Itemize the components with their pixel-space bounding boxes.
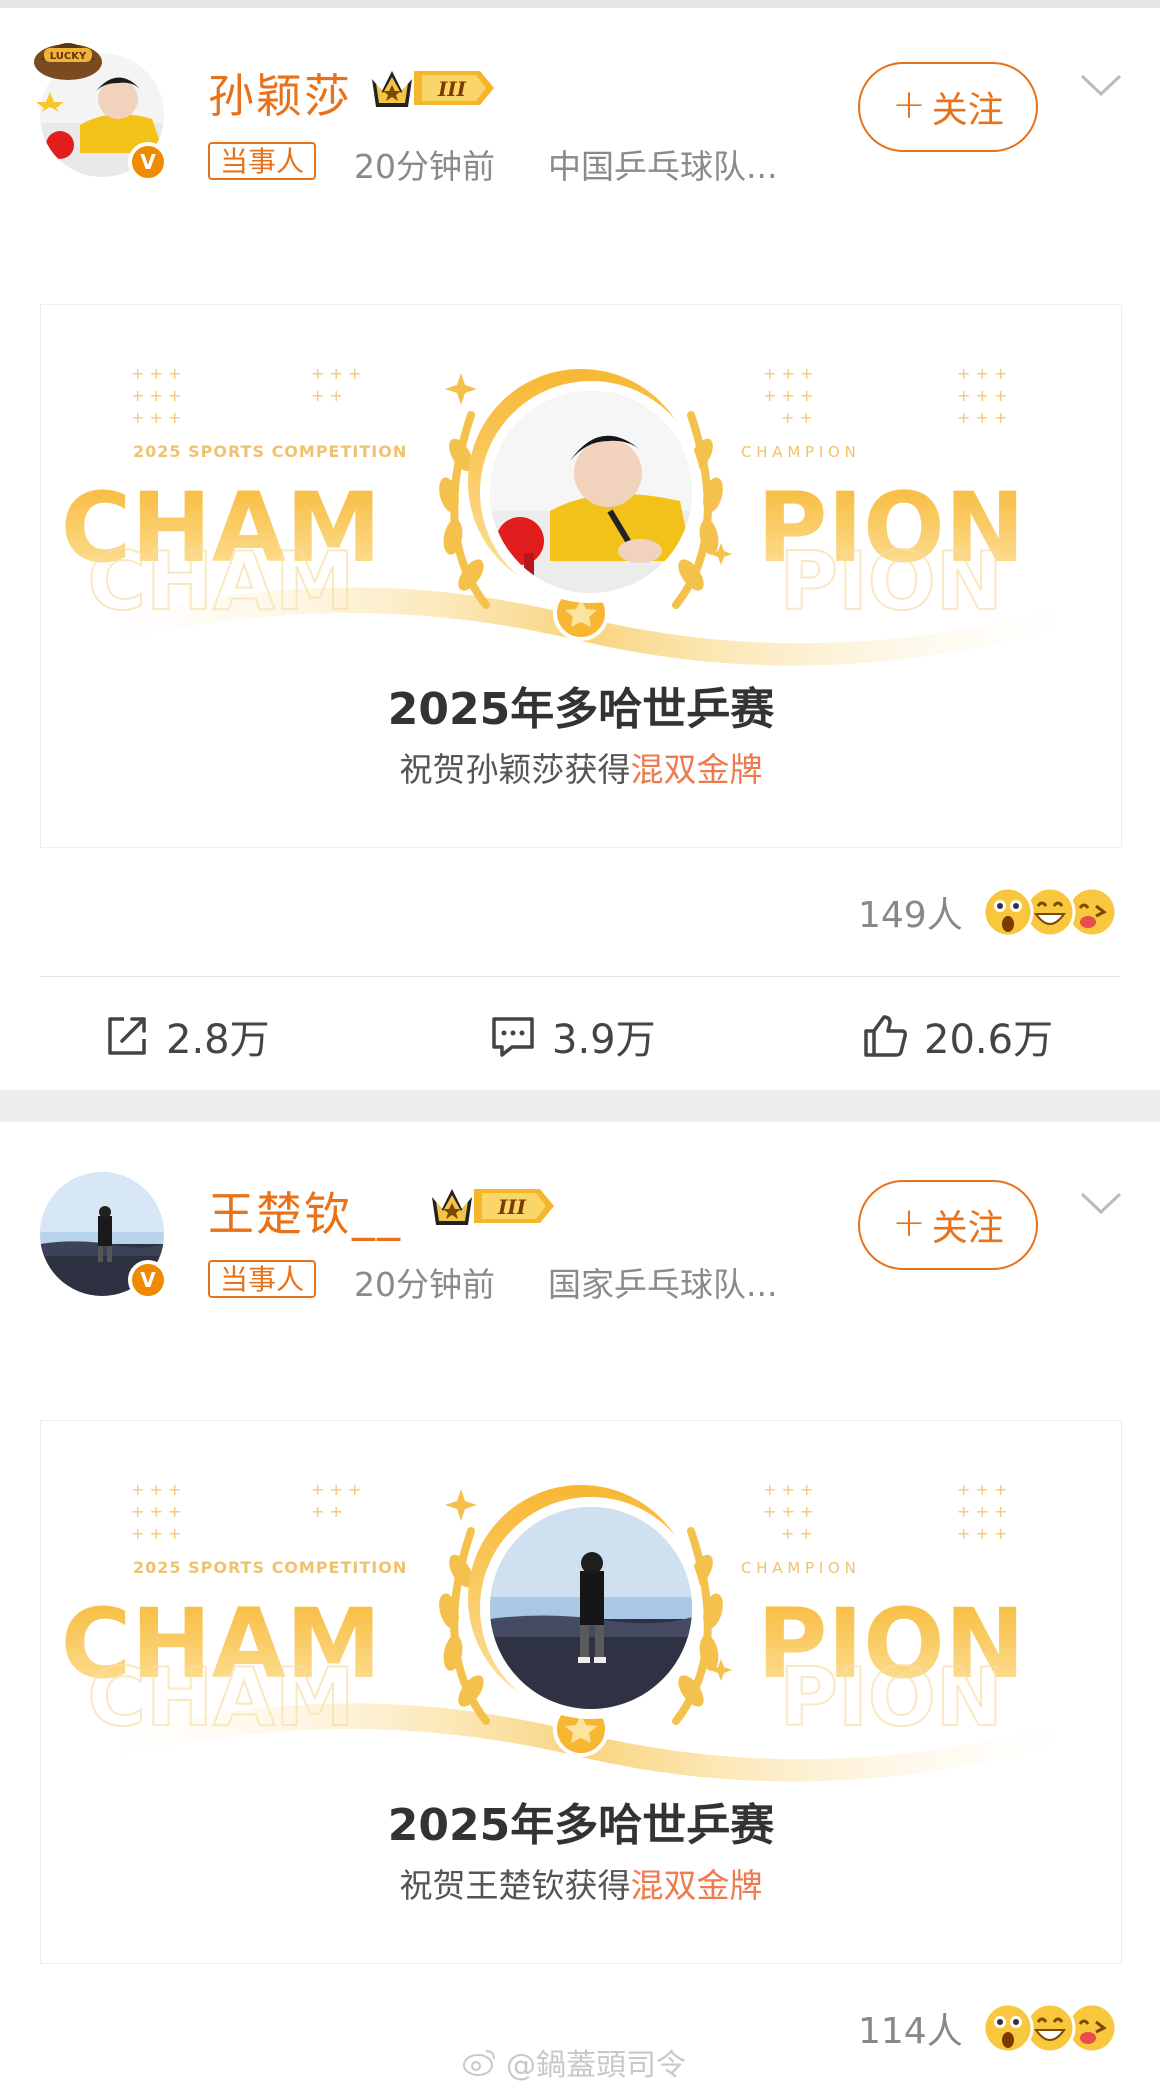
post-source[interactable]: 国家乒乓球队... <box>548 1258 777 1306</box>
card-subtitle-highlight: 混双金牌 <box>630 750 763 789</box>
divider <box>40 976 1120 977</box>
svg-text:2025 SPORTS COMPETITION: 2025 SPORTS COMPETITION <box>133 1558 407 1577</box>
reaction-count[interactable]: 149人 <box>858 886 963 938</box>
share-count: 2.8万 <box>166 1017 270 1063</box>
like-count: 20.6万 <box>924 1017 1054 1063</box>
svg-text:+ + +: + + + <box>763 386 813 405</box>
svg-text:+ +: + + <box>311 386 343 405</box>
svg-text:+ + +: + + + <box>131 1524 181 1543</box>
svg-text:+ + +: + + + <box>957 408 1007 427</box>
post-separator <box>0 1090 1160 1122</box>
svg-text:III: III <box>437 77 467 101</box>
reaction-emoji-icons[interactable] <box>980 2000 1120 2056</box>
player-photo <box>480 381 702 603</box>
svg-text:+ + +: + + + <box>763 364 813 383</box>
svg-text:LUCKY: LUCKY <box>50 51 87 62</box>
post-card: LUCKY V 孙颖莎 III 当事人 20分钟前 中国乒乓球队... + 关注 <box>0 8 1160 1090</box>
champion-card[interactable]: + + + + + + + + + + + + + + + + + + + + + + +… <box>40 304 1122 848</box>
svg-text:+ + +: + + + <box>131 1480 181 1499</box>
svg-text:PION: PION <box>779 1651 1002 1744</box>
top-separator <box>0 0 1160 8</box>
author-name[interactable]: 孙颖莎 <box>208 60 352 126</box>
svg-text:PION: PION <box>779 535 1002 628</box>
author-name[interactable]: 王楚钦__ <box>208 1178 402 1244</box>
card-subtitle-text: 祝贺孙颖莎获得 <box>399 750 631 789</box>
svg-text:2025 SPORTS COMPETITION: 2025 SPORTS COMPETITION <box>133 442 407 461</box>
plus-icon: + <box>892 82 926 128</box>
verified-badge-icon: V <box>128 142 168 182</box>
svg-text:+ + +: + + + <box>131 364 181 383</box>
lucky-hat-icon: LUCKY <box>34 43 102 112</box>
svg-text:+ + +: + + + <box>763 1502 813 1521</box>
svg-text:+ +: + + <box>781 1524 813 1543</box>
card-title: 2025年多哈世乒赛 <box>387 1800 775 1851</box>
svg-text:+ + +: + + + <box>763 1480 813 1499</box>
card-title: 2025年多哈世乒赛 <box>387 684 775 735</box>
tag-badge: 当事人 <box>208 142 317 180</box>
svg-text:III: III <box>497 1195 527 1219</box>
like-button[interactable]: 20.6万 <box>860 996 1053 1076</box>
svg-text:+ + +: + + + <box>131 408 181 427</box>
comment-button[interactable]: 3.9万 <box>488 996 656 1076</box>
watermark: @鍋蓋頭司令 <box>462 2040 686 2084</box>
card-subtitle: 祝贺孙颖莎获得混双金牌 <box>41 743 1121 791</box>
chevron-down-icon[interactable] <box>1076 1188 1126 1218</box>
comment-icon <box>492 1017 534 1057</box>
player-photo <box>480 1497 702 1719</box>
post-card: V 王楚钦__ III 当事人 20分钟前 国家乒乓球队... + 关注 + +… <box>0 1122 1160 2091</box>
svg-text:+ +: + + <box>311 1502 343 1521</box>
post-source[interactable]: 中国乒乓球队... <box>548 140 777 188</box>
follow-button[interactable]: + 关注 <box>858 1180 1038 1270</box>
tag-badge: 当事人 <box>208 1260 317 1298</box>
follow-label: 关注 <box>931 1208 1004 1249</box>
svg-text:C H A M P I O N: C H A M P I O N <box>741 1559 856 1577</box>
svg-text:+ + +: + + + <box>957 1524 1007 1543</box>
crown-level-icon: III <box>372 71 494 107</box>
watermark-text: @鍋蓋頭司令 <box>506 2048 686 2083</box>
reaction-emoji-icons[interactable] <box>980 884 1120 940</box>
svg-text:+ + +: + + + <box>957 364 1007 383</box>
post-time: 20分钟前 <box>354 147 495 186</box>
svg-text:+ + +: + + + <box>131 386 181 405</box>
svg-text:+ + +: + + + <box>957 386 1007 405</box>
svg-text:C H A M P I O N: C H A M P I O N <box>741 443 856 461</box>
svg-text:+ + +: + + + <box>957 1480 1007 1499</box>
champion-card[interactable]: + + + + + + + + + + + + + + + + + + + + + + +… <box>40 1420 1122 1964</box>
card-subtitle-highlight: 混双金牌 <box>630 1866 763 1905</box>
comment-count: 3.9万 <box>552 1017 656 1063</box>
action-bar: 2.8万 3.9万 20.6万 <box>0 996 1160 1076</box>
follow-button[interactable]: + 关注 <box>858 62 1038 152</box>
card-subtitle: 祝贺王楚钦获得混双金牌 <box>41 1859 1121 1907</box>
svg-text:+ + +: + + + <box>957 1502 1007 1521</box>
share-button[interactable]: 2.8万 <box>102 996 270 1076</box>
share-icon <box>108 1017 146 1055</box>
reaction-count[interactable]: 114人 <box>858 2002 963 2054</box>
svg-text:+ + +: + + + <box>311 1480 361 1499</box>
plus-icon: + <box>892 1200 926 1246</box>
card-subtitle-text: 祝贺王楚钦获得 <box>399 1866 631 1905</box>
chevron-down-icon[interactable] <box>1076 70 1126 100</box>
verified-badge-icon: V <box>128 1260 168 1300</box>
weibo-logo-icon <box>463 2050 495 2076</box>
svg-text:+ + +: + + + <box>131 1502 181 1521</box>
svg-text:+ + +: + + + <box>311 364 361 383</box>
thumbs-up-icon <box>864 1015 907 1057</box>
follow-label: 关注 <box>931 90 1004 131</box>
weibo-feed: LUCKY V 孙颖莎 III 当事人 20分钟前 中国乒乓球队... + 关注 <box>0 0 1160 2091</box>
crown-level-icon: III <box>432 1189 554 1225</box>
post-time: 20分钟前 <box>354 1265 495 1304</box>
svg-text:+ +: + + <box>781 408 813 427</box>
